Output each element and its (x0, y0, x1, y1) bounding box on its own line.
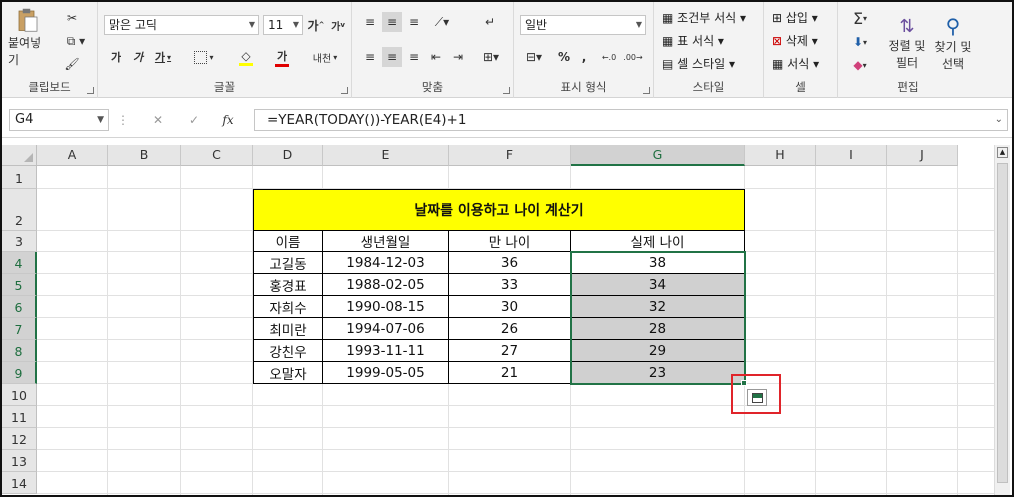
window-frame (0, 0, 1014, 497)
